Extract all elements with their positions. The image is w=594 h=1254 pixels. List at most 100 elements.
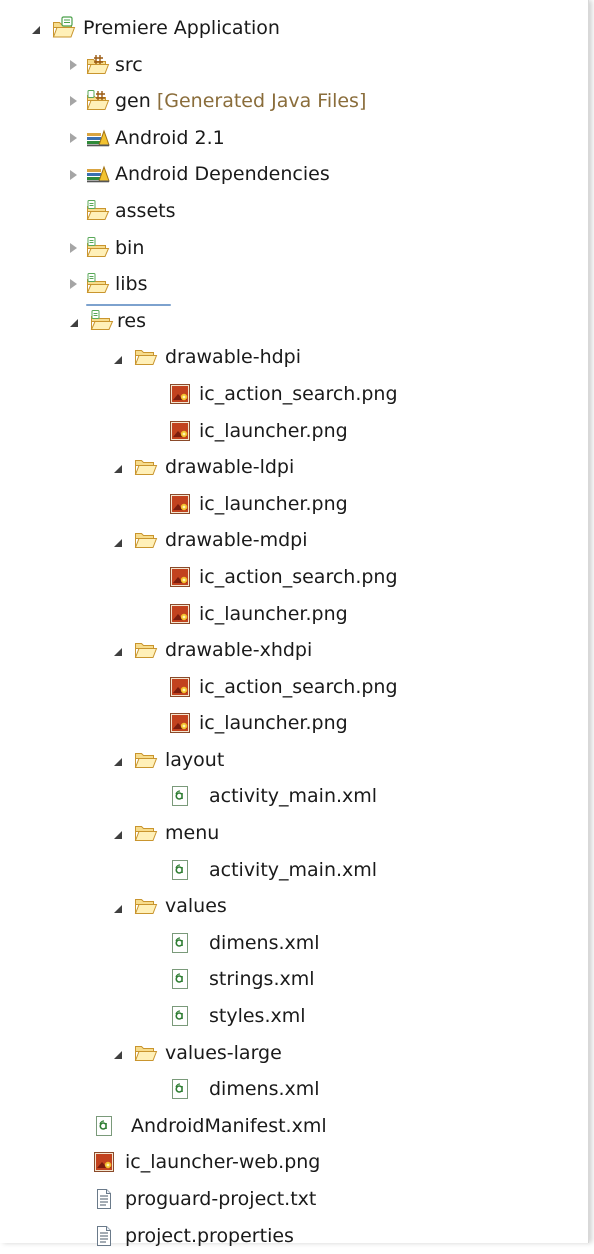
tree-item-project[interactable]: Premiere Application: [0, 10, 588, 47]
tree-item-menu[interactable]: menu: [0, 815, 588, 852]
tree-item-values-large[interactable]: values-large: [0, 1035, 588, 1072]
folder-name: gen: [115, 90, 151, 113]
tree-item-hdpi-ic-launcher[interactable]: ic_launcher.png: [0, 413, 588, 450]
expand-toggle-icon[interactable]: [66, 83, 80, 120]
tree-item-label: ic_action_search.png: [199, 565, 398, 588]
tree-item-ic-launcher-web[interactable]: ic_launcher-web.png: [0, 1144, 588, 1181]
tree-item-label: Android 2.1: [115, 126, 225, 149]
collapse-toggle-icon[interactable]: [110, 742, 124, 779]
tree-item-label: ic_launcher.png: [199, 492, 348, 515]
tree-item-label: activity_main.xml: [209, 858, 378, 881]
xml-file-icon: [168, 1004, 192, 1028]
png-file-icon: [168, 602, 192, 626]
png-file-icon: [168, 675, 192, 699]
expand-toggle-icon[interactable]: [66, 120, 80, 157]
tree-item-res[interactable]: res: [0, 303, 588, 340]
tree-item-label: ic_launcher.png: [199, 712, 348, 735]
tree-item-label: libs: [115, 273, 148, 296]
folder-icon: [134, 748, 158, 772]
tree-item-libs[interactable]: libs: [0, 266, 588, 303]
collapse-toggle-icon[interactable]: [110, 339, 124, 376]
collapse-toggle-icon[interactable]: [110, 888, 124, 925]
tree-item-mdpi-ic-launcher[interactable]: ic_launcher.png: [0, 596, 588, 633]
tree-item-drawable-ldpi[interactable]: drawable-ldpi: [0, 449, 588, 486]
library-icon: [86, 126, 110, 150]
android-folder-icon: [90, 309, 114, 333]
text-file-icon: [92, 1187, 116, 1211]
tree-item-xhdpi-ic-launcher[interactable]: ic_launcher.png: [0, 705, 588, 742]
tree-item-mdpi-ic-action-search[interactable]: ic_action_search.png: [0, 559, 588, 596]
tree-item-label: project.properties: [125, 1224, 294, 1247]
library-icon: [86, 162, 110, 186]
tree-item-bin[interactable]: bin: [0, 230, 588, 267]
tree-item-ldpi-ic-launcher[interactable]: ic_launcher.png: [0, 486, 588, 523]
tree-item-label: proguard-project.txt: [125, 1188, 317, 1210]
collapse-toggle-icon[interactable]: [28, 10, 42, 47]
tree-item-label: values-large: [165, 1041, 282, 1064]
expand-toggle-icon[interactable]: [66, 47, 80, 84]
tree-item-hdpi-ic-action-search[interactable]: ic_action_search.png: [0, 376, 588, 413]
tree-item-label: layout: [165, 748, 225, 771]
tree-item-label: ic_launcher-web.png: [125, 1151, 321, 1174]
tree-item-layout-activity-main[interactable]: activity_main.xml: [0, 778, 588, 815]
png-file-icon: [168, 492, 192, 516]
collapse-toggle-icon[interactable]: [110, 632, 124, 669]
tree-item-label: ic_action_search.png: [199, 675, 398, 698]
tree-item-label: drawable-mdpi: [165, 529, 308, 552]
tree-item-android-dependencies[interactable]: Android Dependencies: [0, 156, 588, 193]
tree-item-layout[interactable]: layout: [0, 742, 588, 779]
tree-item-label: dimens.xml: [209, 1078, 320, 1101]
android-project-icon: [52, 16, 76, 40]
png-file-icon: [92, 1150, 116, 1174]
png-file-icon: [168, 419, 192, 443]
tree-item-android-library[interactable]: Android 2.1: [0, 120, 588, 157]
tree-item-label: drawable-hdpi: [165, 346, 302, 369]
xml-file-icon: [168, 784, 192, 808]
collapse-toggle-icon[interactable]: [110, 522, 124, 559]
folder-icon: [134, 894, 158, 918]
tree-item-label: Android Dependencies: [115, 163, 330, 186]
tree-item-label: Premiere Application: [83, 17, 280, 39]
expand-toggle-icon[interactable]: [66, 156, 80, 193]
tree-item-label: gen [Generated Java Files]: [112, 83, 369, 120]
tree-item-label: values: [165, 895, 227, 918]
folder-icon: [134, 638, 158, 662]
tree-item-label: ic_action_search.png: [199, 382, 398, 405]
xml-file-icon: [168, 967, 192, 991]
tree-item-android-manifest[interactable]: AndroidManifest.xml: [0, 1108, 588, 1145]
tree-item-label: styles.xml: [209, 1005, 306, 1028]
tree-item-values-dimens[interactable]: dimens.xml: [0, 925, 588, 962]
tree-item-drawable-mdpi[interactable]: drawable-mdpi: [0, 522, 588, 559]
android-folder-icon: [86, 199, 110, 223]
expand-toggle-icon[interactable]: [66, 230, 80, 267]
png-file-icon: [168, 711, 192, 735]
tree-item-gen[interactable]: gen [Generated Java Files]: [0, 83, 588, 120]
tree-item-values-strings[interactable]: strings.xml: [0, 961, 588, 998]
xml-file-icon: [92, 1114, 116, 1138]
tree-item-xhdpi-ic-action-search[interactable]: ic_action_search.png: [0, 669, 588, 706]
collapse-toggle-icon[interactable]: [66, 303, 80, 340]
tree-item-assets[interactable]: assets: [0, 193, 588, 230]
tree-item-label: drawable-ldpi: [165, 456, 295, 479]
tree-item-drawable-xhdpi[interactable]: drawable-xhdpi: [0, 632, 588, 669]
tree-item-values[interactable]: values: [0, 888, 588, 925]
expand-toggle-icon[interactable]: [66, 266, 80, 303]
folder-icon: [134, 345, 158, 369]
package-explorer-panel: Premiere Application src gen [Generated …: [0, 0, 589, 1247]
android-folder-icon: [86, 272, 110, 296]
tree-item-values-styles[interactable]: styles.xml: [0, 998, 588, 1035]
android-folder-icon: [86, 236, 110, 260]
png-file-icon: [168, 565, 192, 589]
tree-item-label: AndroidManifest.xml: [131, 1114, 327, 1137]
tree-item-project-properties[interactable]: project.properties: [0, 1218, 588, 1254]
tree-item-proguard-project[interactable]: proguard-project.txt: [0, 1181, 588, 1218]
collapse-toggle-icon[interactable]: [110, 449, 124, 486]
folder-icon: [134, 821, 158, 845]
tree-item-src[interactable]: src: [0, 47, 588, 84]
tree-item-values-large-dimens[interactable]: dimens.xml: [0, 1071, 588, 1108]
collapse-toggle-icon[interactable]: [110, 1035, 124, 1072]
tree-item-menu-activity-main[interactable]: activity_main.xml: [0, 852, 588, 889]
xml-file-icon: [168, 858, 192, 882]
tree-item-drawable-hdpi[interactable]: drawable-hdpi: [0, 339, 588, 376]
collapse-toggle-icon[interactable]: [110, 815, 124, 852]
